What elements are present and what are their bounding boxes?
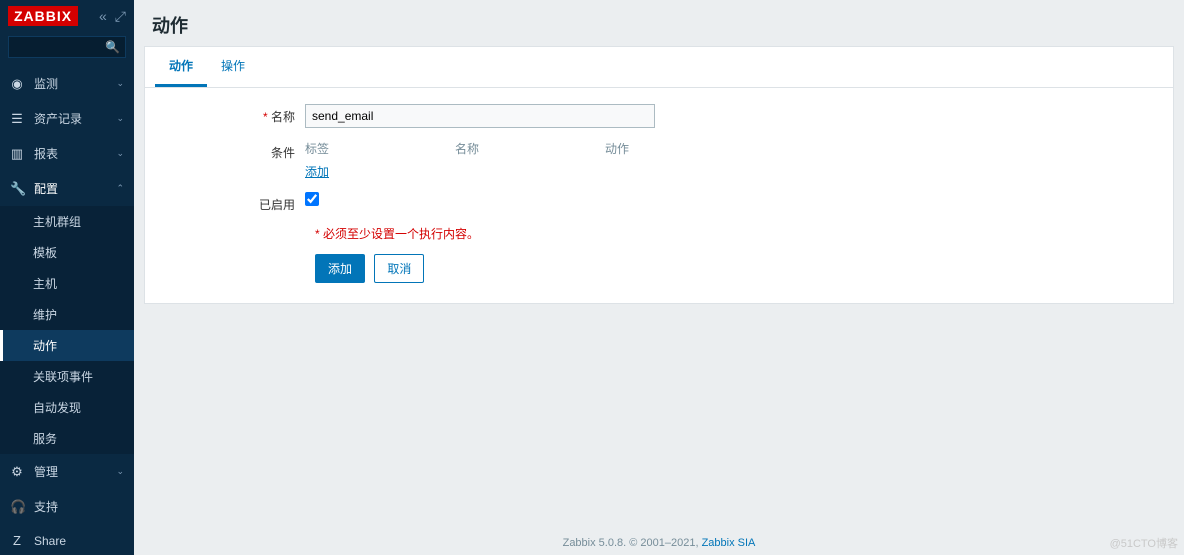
nav-monitoring[interactable]: ◉监测⌄ xyxy=(0,66,134,101)
subnav-actions[interactable]: 动作 xyxy=(0,330,134,361)
condition-label: 条件 xyxy=(165,140,305,161)
main-content: 动作 动作 操作 名称 条件 标签 名称 动作 添加 xyxy=(134,0,1184,555)
tabs: 动作 操作 xyxy=(145,47,1173,88)
chevron-down-icon: ⌄ xyxy=(116,466,124,477)
action-form: 名称 条件 标签 名称 动作 添加 已启用 * 必须至少设置一个执行内容。 xyxy=(145,88,1173,303)
eye-icon: ◉ xyxy=(10,76,24,92)
name-label: 名称 xyxy=(165,104,305,125)
footer-link[interactable]: Zabbix SIA xyxy=(702,537,756,549)
headset-icon: 🎧 xyxy=(10,499,24,515)
gear-icon: ⚙ xyxy=(10,464,24,480)
nav-share[interactable]: ZShare xyxy=(0,524,134,555)
nav-config-submenu: 主机群组 模板 主机 维护 动作 关联项事件 自动发现 服务 xyxy=(0,206,134,454)
cond-header-label: 标签 xyxy=(305,140,455,157)
chevron-up-icon: ⌃ xyxy=(116,183,124,194)
cond-header-action: 动作 xyxy=(605,140,629,157)
nav-config[interactable]: 🔧配置⌃ xyxy=(0,171,134,206)
submit-button[interactable]: 添加 xyxy=(315,254,365,283)
watermark: @51CTO博客 xyxy=(1110,535,1178,551)
tab-action[interactable]: 动作 xyxy=(155,47,207,87)
name-input[interactable] xyxy=(305,104,655,128)
enabled-checkbox[interactable] xyxy=(305,192,319,206)
nav-support[interactable]: 🎧支持 xyxy=(0,489,134,524)
sidebar-nav: ◉监测⌄ ☰资产记录⌄ ▥报表⌄ 🔧配置⌃ 主机群组 模板 主机 维护 动作 关… xyxy=(0,66,134,555)
add-condition-link[interactable]: 添加 xyxy=(305,165,329,179)
form-note: * 必须至少设置一个执行内容。 xyxy=(315,225,1153,242)
collapse-icon[interactable]: « xyxy=(99,8,107,24)
cancel-button[interactable]: 取消 xyxy=(374,254,424,283)
subnav-templates[interactable]: 模板 xyxy=(3,237,134,268)
subnav-hostgroups[interactable]: 主机群组 xyxy=(3,206,134,237)
form-card: 动作 操作 名称 条件 标签 名称 动作 添加 已启用 xyxy=(144,46,1174,304)
chevron-down-icon: ⌄ xyxy=(116,78,124,89)
subnav-correlation[interactable]: 关联项事件 xyxy=(3,361,134,392)
sidebar-header: ZABBIX « ⤢ xyxy=(0,0,134,32)
enabled-label: 已启用 xyxy=(165,192,305,213)
list-icon: ☰ xyxy=(10,111,24,127)
cond-header-name: 名称 xyxy=(455,140,605,157)
share-icon: Z xyxy=(10,533,24,548)
chart-icon: ▥ xyxy=(10,146,24,162)
subnav-hosts[interactable]: 主机 xyxy=(3,268,134,299)
subnav-services[interactable]: 服务 xyxy=(3,423,134,454)
subnav-discovery[interactable]: 自动发现 xyxy=(3,392,134,423)
nav-inventory[interactable]: ☰资产记录⌄ xyxy=(0,101,134,136)
nav-admin[interactable]: ⚙管理⌄ xyxy=(0,454,134,489)
chevron-down-icon: ⌄ xyxy=(116,148,124,159)
sidebar: ZABBIX « ⤢ 🔍 ◉监测⌄ ☰资产记录⌄ ▥报表⌄ 🔧配置⌃ 主机群组 … xyxy=(0,0,134,555)
condition-headers: 标签 名称 动作 xyxy=(305,140,655,157)
chevron-down-icon: ⌄ xyxy=(116,113,124,124)
tab-operation[interactable]: 操作 xyxy=(207,47,259,87)
page-title: 动作 xyxy=(134,0,1184,46)
subnav-maintenance[interactable]: 维护 xyxy=(3,299,134,330)
search-icon[interactable]: 🔍 xyxy=(105,40,120,54)
wrench-icon: 🔧 xyxy=(10,181,24,197)
expand-icon[interactable]: ⤢ xyxy=(115,8,126,25)
brand-logo: ZABBIX xyxy=(8,6,78,26)
footer: Zabbix 5.0.8. © 2001–2021, Zabbix SIA xyxy=(134,521,1184,555)
nav-reports[interactable]: ▥报表⌄ xyxy=(0,136,134,171)
sidebar-search: 🔍 xyxy=(8,36,126,58)
